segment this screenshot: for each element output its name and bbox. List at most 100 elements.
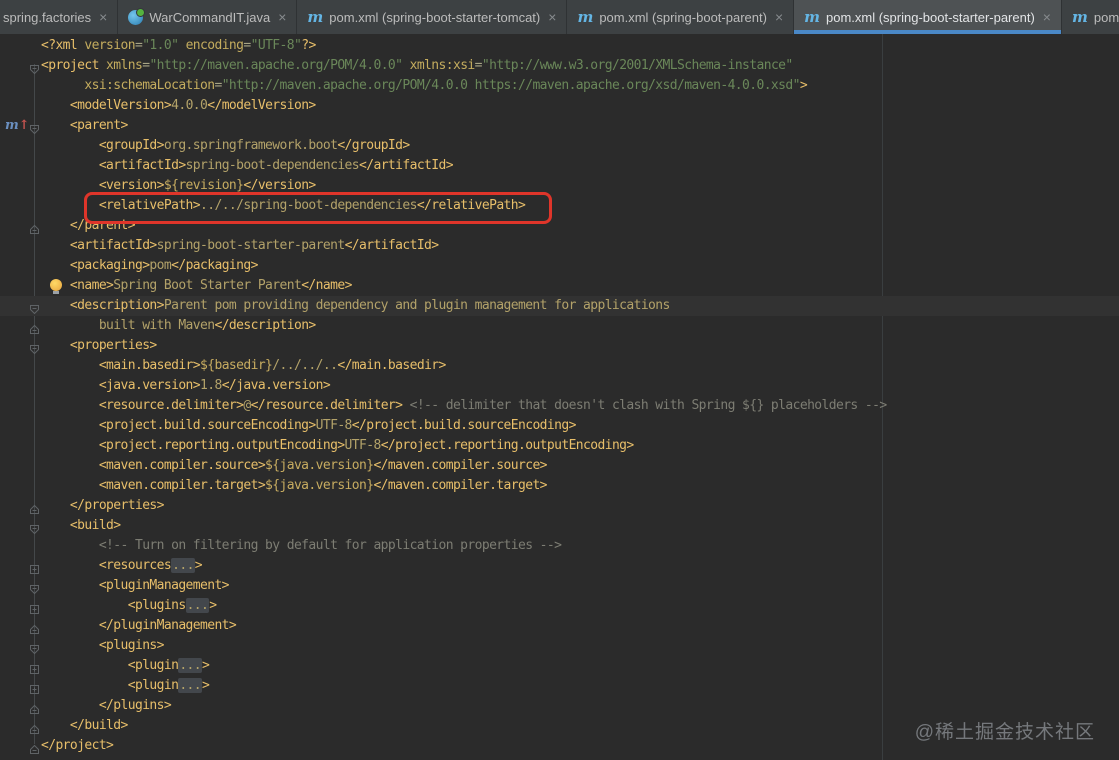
code-line[interactable]: <resources...>	[0, 556, 1119, 576]
editor-tab[interactable]: WarCommandIT.java ×	[118, 0, 298, 34]
code-token: /../../..	[272, 358, 338, 373]
code-line[interactable]: <name>Spring Boot Starter Parent</name>	[0, 276, 1119, 296]
fold-collapse-icon[interactable]	[29, 220, 40, 234]
code-line[interactable]: </properties>	[0, 496, 1119, 516]
editor: <?xml version="1.0" encoding="UTF-8"?> <p…	[0, 34, 1119, 760]
code-line[interactable]: <artifactId>spring-boot-dependencies</ar…	[0, 156, 1119, 176]
code-line[interactable]: <?xml version="1.0" encoding="UTF-8"?>	[0, 36, 1119, 56]
editor-tab[interactable]: m pom.xm	[1061, 0, 1119, 34]
code-token: </java.version>	[221, 378, 331, 393]
fold-collapse-icon[interactable]	[29, 320, 40, 334]
code-token: </groupId>	[337, 138, 410, 153]
fold-expand-icon[interactable]	[29, 660, 40, 674]
code-token: </resource.delimiter>	[250, 398, 403, 413]
code-line[interactable]: <build>	[0, 516, 1119, 536]
code-token: <plugins	[127, 598, 186, 613]
code-line[interactable]: <java.version>1.8</java.version>	[0, 376, 1119, 396]
tab-label: WarCommandIT.java	[149, 9, 271, 25]
code-token: </pluginManagement>	[98, 618, 237, 633]
code-token: </artifactId>	[344, 238, 440, 253]
fold-collapse-icon[interactable]	[29, 720, 40, 734]
code-token: </maven.compiler.target>	[373, 478, 547, 493]
code-line[interactable]: <artifactId>spring-boot-starter-parent</…	[0, 236, 1119, 256]
code-token: >	[799, 78, 808, 93]
test-class-icon	[128, 7, 146, 25]
code-line[interactable]: <description>Parent pom providing depend…	[0, 296, 1119, 316]
code-token: <main.basedir>	[98, 358, 201, 373]
fold-collapse-icon[interactable]	[29, 740, 40, 754]
code-token: </artifactId>	[359, 158, 454, 173]
fold-expand-icon[interactable]	[29, 600, 40, 614]
maven-parent-pom-icon[interactable]: m↑	[5, 119, 30, 132]
code-token: </build>	[69, 718, 128, 733]
code-token: <packaging>	[69, 258, 150, 273]
editor-tab[interactable]: m pom.xml (spring-boot-starter-parent) ×	[794, 0, 1062, 34]
close-tab-icon[interactable]: ×	[775, 10, 783, 24]
code-line[interactable]: xsi:schemaLocation="http://maven.apache.…	[0, 76, 1119, 96]
editor-tab[interactable]: m pom.xml (spring-boot-starter-tomcat) ×	[297, 0, 568, 34]
code-line[interactable]: </pluginManagement>	[0, 616, 1119, 636]
code-line[interactable]: <maven.compiler.target>${java.version}</…	[0, 476, 1119, 496]
code-line[interactable]: built with Maven</description>	[0, 316, 1119, 336]
code-line[interactable]: <main.basedir>${basedir}/../../..</main.…	[0, 356, 1119, 376]
fold-collapse-icon[interactable]	[29, 640, 40, 655]
code-line[interactable]: <project.build.sourceEncoding>UTF-8</pro…	[0, 416, 1119, 436]
code-token: ${revision}	[163, 178, 244, 193]
code-line[interactable]: <modelVersion>4.0.0</modelVersion>	[0, 96, 1119, 116]
code-token: </modelVersion>	[207, 98, 316, 113]
folded-region[interactable]: ...	[171, 558, 195, 573]
code-line[interactable]: <plugins...>	[0, 596, 1119, 616]
tab-label: pom.xml (spring-boot-parent)	[599, 9, 767, 25]
code-line[interactable]: <project xmlns = "http://maven.apache.org/…	[0, 56, 1119, 76]
code-token: Parent pom providing dependency and plug…	[163, 298, 670, 313]
code-token: <?xml	[41, 38, 78, 53]
close-tab-icon[interactable]: ×	[548, 10, 556, 24]
code-token: ${java.version}	[265, 458, 374, 473]
code-line[interactable]: <parent>	[0, 116, 1119, 136]
tab-label: pom.xml (spring-boot-starter-parent)	[826, 9, 1035, 25]
fold-collapse-icon[interactable]	[29, 300, 40, 315]
fold-collapse-icon[interactable]	[29, 580, 40, 595]
code-line[interactable]: <maven.compiler.source>${java.version}</…	[0, 456, 1119, 476]
code-line[interactable]: <plugin...>	[0, 656, 1119, 676]
code-line[interactable]: <resource.delimiter>@</resource.delimite…	[0, 396, 1119, 416]
code-token: >	[202, 658, 210, 673]
code-token: built with Maven	[98, 318, 215, 333]
code-area[interactable]: <?xml version="1.0" encoding="UTF-8"?> <p…	[0, 34, 1119, 760]
code-line[interactable]: </plugins>	[0, 696, 1119, 716]
fold-collapse-icon[interactable]	[29, 120, 40, 135]
fold-expand-icon[interactable]	[29, 560, 40, 574]
code-line[interactable]: <properties>	[0, 336, 1119, 356]
code-token: >	[209, 598, 217, 613]
close-tab-icon[interactable]: ×	[99, 10, 107, 24]
code-token: spring-boot-dependencies	[185, 158, 360, 173]
fold-collapse-icon[interactable]	[29, 700, 40, 714]
fold-collapse-icon[interactable]	[29, 620, 40, 634]
code-token: </properties>	[69, 498, 165, 513]
code-line[interactable]: <plugin...>	[0, 676, 1119, 696]
close-tab-icon[interactable]: ×	[1043, 10, 1051, 24]
code-line[interactable]: <!-- Turn on filtering by default for ap…	[0, 536, 1119, 556]
fold-collapse-icon[interactable]	[29, 520, 40, 535]
code-token: "http://maven.apache.org/POM/4.0.0 https…	[221, 78, 801, 93]
code-token: <groupId>	[98, 138, 165, 153]
code-line[interactable]: <plugins>	[0, 636, 1119, 656]
editor-tab[interactable]: spring.factories ×	[0, 0, 119, 34]
code-line[interactable]: <pluginManagement>	[0, 576, 1119, 596]
folded-region[interactable]: ...	[178, 678, 203, 693]
fold-collapse-icon[interactable]	[29, 60, 40, 75]
fold-collapse-icon[interactable]	[29, 340, 40, 355]
code-line[interactable]: <groupId>org.springframework.boot</group…	[0, 136, 1119, 156]
folded-region[interactable]: ...	[185, 598, 210, 613]
code-token: >	[202, 678, 210, 693]
editor-tab[interactable]: m pom.xml (spring-boot-parent) ×	[567, 0, 795, 34]
code-line[interactable]: <packaging>pom</packaging>	[0, 256, 1119, 276]
fold-expand-icon[interactable]	[29, 680, 40, 694]
folded-region[interactable]: ...	[178, 658, 203, 673]
code-token: "http://maven.apache.org/POM/4.0.0"	[149, 58, 403, 73]
close-tab-icon[interactable]: ×	[278, 10, 286, 24]
code-token: =	[214, 78, 222, 93]
intention-lightbulb-icon[interactable]	[50, 279, 62, 294]
fold-collapse-icon[interactable]	[29, 500, 40, 514]
code-line[interactable]: <project.reporting.outputEncoding>UTF-8<…	[0, 436, 1119, 456]
